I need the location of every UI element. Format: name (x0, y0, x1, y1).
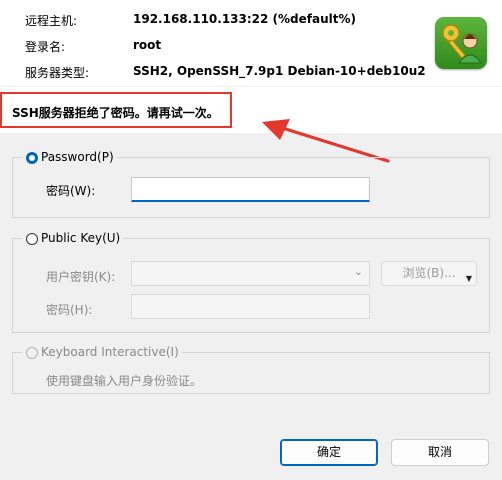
browse-button-label: 浏览(B)... (402, 266, 456, 280)
keyboard-interactive-radio-option[interactable]: Keyboard Interactive(I) (22, 345, 182, 359)
public-key-radio[interactable] (26, 233, 38, 245)
cancel-button-label: 取消 (427, 445, 452, 459)
keyboard-interactive-radio[interactable] (26, 347, 38, 359)
dropdown-arrow-icon: ▼ (465, 274, 472, 283)
remote-host-value: 192.168.110.133:22 (%default%) (133, 12, 357, 26)
keyboard-interactive-description: 使用键盘输入用户身份验证。 (46, 374, 203, 388)
password-field-label: 密码(W): (46, 184, 96, 198)
login-name-label: 登录名: (25, 40, 66, 54)
ok-button[interactable]: 确定 (280, 439, 378, 466)
passphrase-input[interactable] (131, 294, 370, 319)
server-type-label: 服务器类型: (25, 66, 90, 80)
user-key-label: 用户密钥(K): (46, 270, 116, 284)
password-radio-option[interactable]: Password(P) (22, 150, 117, 164)
login-name-value: root (133, 38, 162, 52)
keyboard-interactive-label: Keyboard Interactive(I) (41, 345, 179, 359)
public-key-radio-option[interactable]: Public Key(U) (22, 231, 124, 245)
server-type-value: SSH2, OpenSSH_7.9p1 Debian-10+deb10u2 (133, 64, 426, 78)
cancel-button[interactable]: 取消 (391, 439, 489, 466)
password-input[interactable] (131, 177, 370, 202)
key-user-icon (435, 17, 487, 69)
error-message: SSH服务器拒绝了密码。请再试一次。 (12, 106, 219, 120)
passphrase-label: 密码(H): (46, 303, 93, 317)
ok-button-label: 确定 (316, 445, 341, 459)
remote-host-label: 远程主机: (25, 14, 78, 28)
public-key-label: Public Key(U) (41, 231, 121, 245)
chevron-down-icon: ⌄ (353, 265, 363, 278)
user-key-select[interactable]: ⌄ (131, 261, 370, 286)
browse-button[interactable]: 浏览(B)... ▼ (381, 261, 477, 286)
password-radio[interactable] (26, 152, 38, 164)
password-label: Password(P) (41, 150, 114, 164)
